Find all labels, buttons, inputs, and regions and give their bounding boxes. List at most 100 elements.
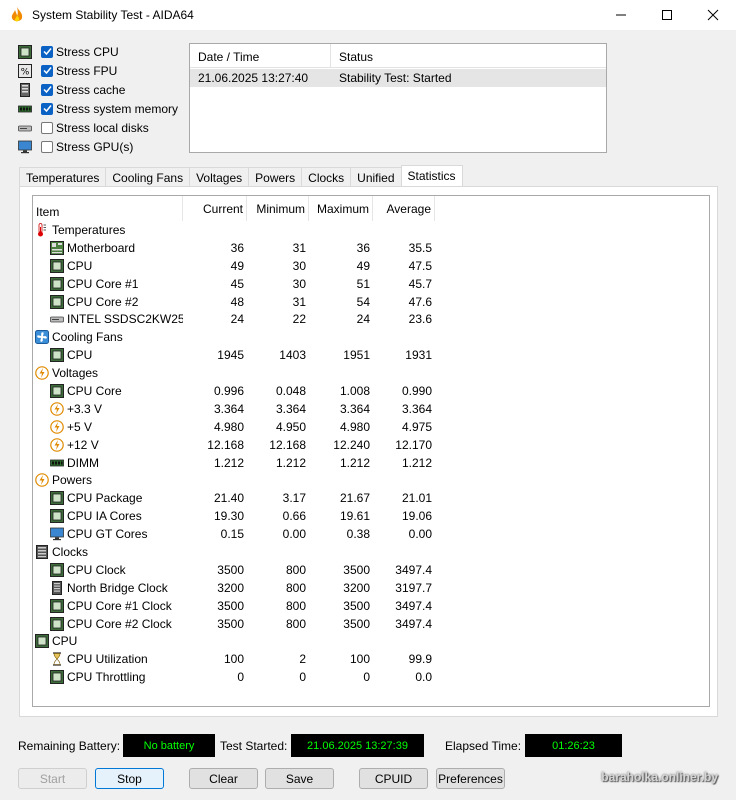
- fpu-icon: %: [17, 63, 33, 78]
- stress-option-stress-fpu[interactable]: % Stress FPU: [17, 61, 178, 80]
- column-header-current[interactable]: Current: [183, 196, 247, 221]
- maximize-button[interactable]: [644, 0, 690, 30]
- table-row[interactable]: CPU Core #2 48 31 54 47.6: [33, 293, 709, 311]
- tab-temperatures[interactable]: Temperatures: [19, 167, 107, 187]
- table-row[interactable]: +12 V 12.168 12.168 12.240 12.170: [33, 436, 709, 454]
- stress-option-label: Stress system memory: [56, 101, 179, 116]
- table-row[interactable]: +5 V 4.980 4.950 4.980 4.975: [33, 418, 709, 436]
- status-message: Stability Test: Started: [339, 71, 452, 85]
- fan-icon: [35, 330, 49, 345]
- maximum-value: 4.980: [339, 419, 370, 434]
- table-row[interactable]: Motherboard 36 31 36 35.5: [33, 239, 709, 257]
- maximum-value: 3500: [343, 616, 370, 631]
- table-row[interactable]: CPU Core #2 Clock 3500 800 3500 3497.4: [33, 615, 709, 633]
- item-name: Cooling Fans: [52, 330, 123, 345]
- tab-statistics[interactable]: Statistics: [400, 165, 463, 188]
- stress-option-stress-system-memory[interactable]: Stress system memory: [17, 99, 178, 118]
- minimum-value: 800: [285, 562, 306, 577]
- table-group-row[interactable]: Voltages: [33, 364, 709, 382]
- checkbox[interactable]: [41, 140, 53, 153]
- preferences-button[interactable]: Preferences: [436, 768, 505, 789]
- save-button[interactable]: Save: [265, 768, 334, 789]
- checkbox[interactable]: [41, 102, 53, 115]
- test-started-value: 21.06.2025 13:27:39: [291, 734, 424, 757]
- average-value: 47.6: [408, 294, 432, 309]
- checkbox[interactable]: [41, 83, 53, 96]
- stop-button[interactable]: Stop: [95, 768, 164, 789]
- cpuid-button[interactable]: CPUID: [359, 768, 428, 789]
- tab-powers[interactable]: Powers: [248, 167, 303, 187]
- status-datetime: 21.06.2025 13:27:40: [198, 71, 309, 85]
- table-row[interactable]: CPU Core #1 Clock 3500 800 3500 3497.4: [33, 597, 709, 615]
- table-row[interactable]: CPU Utilization 100 2 100 99.9: [33, 650, 709, 668]
- tab-voltages[interactable]: Voltages: [189, 167, 250, 187]
- chip-icon: [50, 580, 64, 595]
- checkbox[interactable]: [41, 121, 53, 134]
- tab-clocks[interactable]: Clocks: [301, 167, 352, 187]
- close-button[interactable]: [690, 0, 736, 30]
- monitor-icon: [50, 527, 64, 541]
- table-row[interactable]: INTEL SSDSC2KW256... 24 22 24 23.6: [33, 310, 709, 328]
- item-cell: CPU Package: [33, 491, 183, 506]
- column-header-minimum[interactable]: Minimum: [247, 196, 309, 221]
- minimize-button[interactable]: [598, 0, 644, 30]
- tab-unified[interactable]: Unified: [350, 167, 402, 187]
- window-title: System Stability Test - AIDA64: [32, 8, 194, 22]
- aida64-flame-icon: [11, 7, 23, 22]
- checkbox[interactable]: [41, 64, 53, 77]
- column-header-average[interactable]: Average: [373, 196, 435, 221]
- table-row[interactable]: North Bridge Clock 3200 800 3200 3197.7: [33, 579, 709, 597]
- stress-option-stress-gpu-s[interactable]: Stress GPU(s): [17, 137, 178, 156]
- voltage-icon: [50, 419, 64, 434]
- current-value: 1945: [217, 348, 244, 363]
- voltage-icon: [50, 437, 64, 452]
- tab-cooling-fans[interactable]: Cooling Fans: [105, 167, 191, 187]
- table-row[interactable]: CPU GT Cores 0.15 0.00 0.38 0.00: [33, 525, 709, 543]
- stress-option-stress-cache[interactable]: Stress cache: [17, 80, 178, 99]
- table-row[interactable]: CPU Clock 3500 800 3500 3497.4: [33, 561, 709, 579]
- item-cell: CPU Core: [33, 383, 183, 398]
- table-row[interactable]: CPU IA Cores 19.30 0.66 19.61 19.06: [33, 507, 709, 525]
- item-cell: Motherboard: [33, 240, 183, 255]
- table-row[interactable]: CPU Package 21.40 3.17 21.67 21.01: [33, 489, 709, 507]
- status-row[interactable]: 21.06.2025 13:27:40 Stability Test: Star…: [190, 69, 606, 87]
- current-value: 4.980: [213, 419, 244, 434]
- item-cell: CPU Core #1 Clock: [33, 598, 183, 613]
- average-value: 23.6: [408, 312, 432, 327]
- table-row[interactable]: CPU 49 30 49 47.5: [33, 257, 709, 275]
- item-cell: CPU: [33, 348, 183, 363]
- stress-option-stress-cpu[interactable]: Stress CPU: [17, 42, 178, 61]
- table-row[interactable]: CPU 1945 1403 1951 1931: [33, 346, 709, 364]
- start-button[interactable]: Start: [18, 768, 87, 789]
- table-row[interactable]: +3.3 V 3.364 3.364 3.364 3.364: [33, 400, 709, 418]
- stress-option-stress-local-disks[interactable]: Stress local disks: [17, 118, 178, 137]
- table-group-row[interactable]: Powers: [33, 471, 709, 489]
- item-name: CPU Utilization: [67, 652, 148, 667]
- maximum-value: 0.38: [346, 527, 370, 542]
- current-value: 100: [223, 652, 244, 667]
- maximum-value: 36: [356, 240, 370, 255]
- average-value: 1931: [405, 348, 432, 363]
- table-row[interactable]: CPU Core 0.996 0.048 1.008 0.990: [33, 382, 709, 400]
- clock-icon: [35, 544, 49, 559]
- column-header-maximum[interactable]: Maximum: [309, 196, 373, 221]
- table-row[interactable]: CPU Core #1 45 30 51 45.7: [33, 275, 709, 293]
- table-group-row[interactable]: CPU: [33, 632, 709, 650]
- table-group-row[interactable]: Clocks: [33, 543, 709, 561]
- table-row[interactable]: CPU Throttling 0 0 0 0.0: [33, 668, 709, 686]
- status-list[interactable]: Date / Time Status 21.06.2025 13:27:40 S…: [189, 43, 607, 153]
- column-header-datetime[interactable]: Date / Time: [190, 44, 331, 67]
- maximum-value: 3.364: [339, 401, 370, 416]
- minimum-value: 3.17: [282, 491, 306, 506]
- stress-option-label: Stress local disks: [56, 120, 149, 135]
- cpu-icon: [17, 44, 33, 59]
- table-row[interactable]: DIMM 1.212 1.212 1.212 1.212: [33, 454, 709, 472]
- current-value: 36: [230, 240, 244, 255]
- statistics-table[interactable]: Item Current Minimum Maximum Average Tem…: [32, 195, 710, 707]
- checkbox[interactable]: [41, 45, 53, 58]
- clear-button[interactable]: Clear: [189, 768, 258, 789]
- column-header-status[interactable]: Status: [331, 44, 589, 67]
- table-group-row[interactable]: Cooling Fans: [33, 328, 709, 346]
- column-header-item[interactable]: Item: [33, 196, 183, 221]
- table-group-row[interactable]: Temperatures: [33, 221, 709, 239]
